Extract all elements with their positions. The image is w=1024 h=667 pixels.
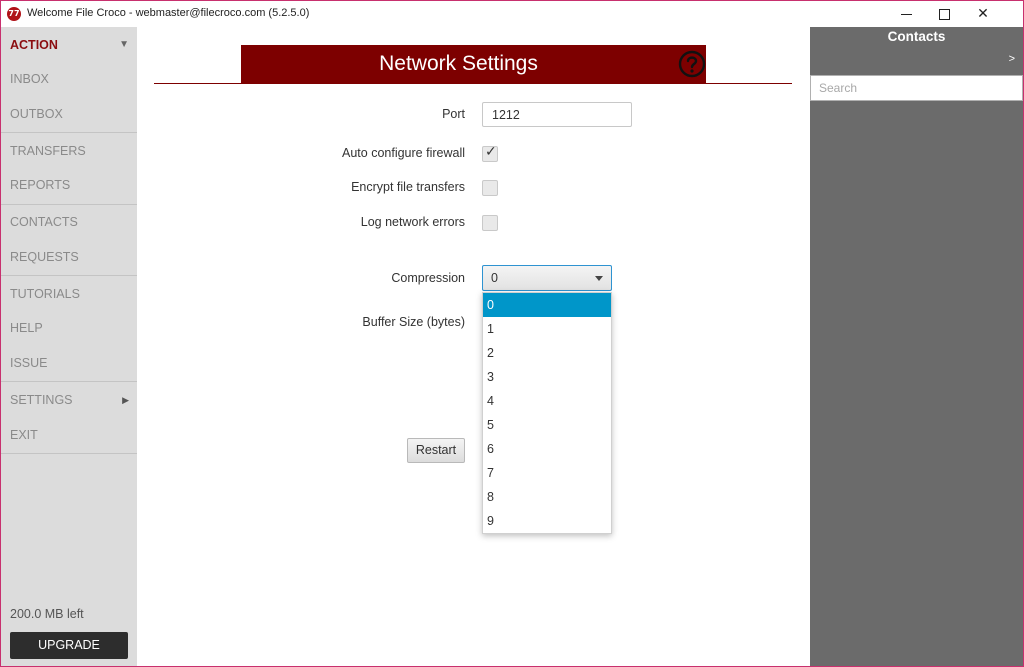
- port-label: Port: [442, 107, 465, 121]
- dropdown-option[interactable]: 8: [483, 485, 611, 509]
- divider: [1, 453, 137, 454]
- caret-right-icon: ▶: [122, 395, 129, 405]
- sidebar-item-label: OUTBOX: [10, 107, 63, 121]
- upgrade-button[interactable]: UPGRADE: [10, 632, 128, 659]
- header-divider: [154, 83, 792, 84]
- storage-remaining: 200.0 MB left: [10, 607, 84, 621]
- minimize-button[interactable]: [887, 1, 927, 27]
- settings-panel: Network Settings Port Auto configure fir…: [137, 27, 810, 666]
- checkmark-icon: ✓: [485, 144, 497, 160]
- sidebar-item-action[interactable]: ACTION ▼: [1, 28, 137, 62]
- title-bar: 77 Welcome File Croco - webmaster@filecr…: [1, 1, 1023, 27]
- sidebar-item-label: INBOX: [10, 72, 49, 86]
- sidebar-item-exit[interactable]: EXIT: [1, 418, 137, 452]
- sidebar-item-settings[interactable]: SETTINGS ▶: [1, 383, 137, 417]
- sidebar-item-label: ISSUE: [10, 356, 48, 370]
- sidebar-item-label: CONTACTS: [10, 215, 78, 229]
- sidebar-item-label: TUTORIALS: [10, 287, 80, 301]
- sidebar-item-transfers[interactable]: TRANSFERS: [1, 134, 137, 168]
- divider: [1, 275, 137, 276]
- sidebar-item-label: REQUESTS: [10, 250, 79, 264]
- contacts-title: Contacts: [887, 29, 946, 44]
- dropdown-option[interactable]: 2: [483, 341, 611, 365]
- sidebar-item-help[interactable]: HELP: [1, 311, 137, 345]
- compression-value: 0: [491, 271, 498, 285]
- dropdown-option[interactable]: 9: [483, 509, 611, 533]
- dropdown-option[interactable]: 5: [483, 413, 611, 437]
- dropdown-option[interactable]: 1: [483, 317, 611, 341]
- header-banner: Network Settings: [241, 45, 706, 83]
- log-errors-label: Log network errors: [360, 215, 465, 229]
- sidebar-item-requests[interactable]: REQUESTS: [1, 240, 137, 274]
- sidebar-item-label: ACTION: [10, 38, 58, 52]
- auto-firewall-label: Auto configure firewall: [342, 146, 465, 160]
- compression-dropdown-list: 0 1 2 3 4 5 6 7 8 9: [482, 292, 612, 534]
- divider: [1, 132, 137, 133]
- help-icon[interactable]: [678, 50, 706, 78]
- sidebar-item-inbox[interactable]: INBOX: [1, 62, 137, 96]
- sidebar-item-label: REPORTS: [10, 178, 71, 192]
- caret-down-icon: [595, 276, 603, 281]
- compression-label: Compression: [391, 271, 465, 285]
- dropdown-option[interactable]: 0: [483, 293, 611, 317]
- dropdown-option[interactable]: 6: [483, 437, 611, 461]
- encrypt-label: Encrypt file transfers: [351, 180, 465, 194]
- buffer-size-label: Buffer Size (bytes): [362, 315, 465, 329]
- maximize-button[interactable]: [925, 1, 965, 27]
- close-button[interactable]: ✕: [963, 1, 1003, 27]
- compression-select[interactable]: 0: [482, 265, 612, 291]
- sidebar-item-reports[interactable]: REPORTS: [1, 168, 137, 202]
- sidebar-item-label: EXIT: [10, 428, 38, 442]
- sidebar-item-outbox[interactable]: OUTBOX: [1, 97, 137, 131]
- contacts-panel: Contacts >: [810, 27, 1023, 666]
- sidebar-item-tutorials[interactable]: TUTORIALS: [1, 277, 137, 311]
- expand-panel-icon[interactable]: >: [1009, 53, 1015, 65]
- sidebar-item-label: SETTINGS: [10, 393, 73, 407]
- port-input[interactable]: [482, 102, 632, 127]
- dropdown-option[interactable]: 4: [483, 389, 611, 413]
- contact-search-input[interactable]: [810, 75, 1023, 101]
- auto-firewall-checkbox[interactable]: ✓: [482, 144, 498, 162]
- log-errors-checkbox[interactable]: [482, 215, 498, 231]
- sidebar-item-label: TRANSFERS: [10, 144, 86, 158]
- sidebar-item-label: HELP: [10, 321, 43, 335]
- app-window: 77 Welcome File Croco - webmaster@filecr…: [0, 0, 1024, 667]
- restart-button[interactable]: Restart: [407, 438, 465, 463]
- dropdown-option[interactable]: 7: [483, 461, 611, 485]
- app-logo-icon: 77: [7, 7, 21, 21]
- sidebar-item-contacts[interactable]: CONTACTS: [1, 205, 137, 239]
- dropdown-option[interactable]: 3: [483, 365, 611, 389]
- divider: [1, 381, 137, 382]
- caret-down-icon: ▼: [119, 39, 129, 50]
- page-title: Network Settings: [379, 52, 538, 75]
- encrypt-checkbox[interactable]: [482, 180, 498, 196]
- window-title: Welcome File Croco - webmaster@filecroco…: [27, 7, 310, 19]
- sidebar: ACTION ▼ INBOX OUTBOX TRANSFERS REPORTS …: [1, 27, 137, 666]
- sidebar-item-issue[interactable]: ISSUE: [1, 346, 137, 380]
